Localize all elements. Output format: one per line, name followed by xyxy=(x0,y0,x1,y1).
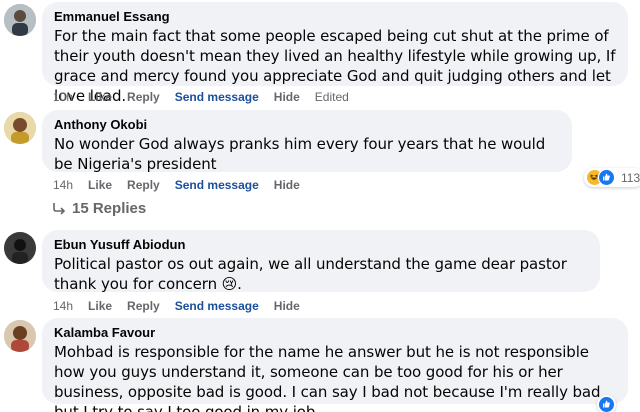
reply-button[interactable]: Reply xyxy=(127,90,160,104)
comment-author[interactable]: Kalamba Favour xyxy=(54,325,616,341)
avatar[interactable] xyxy=(4,232,36,264)
hide-button[interactable]: Hide xyxy=(274,299,300,313)
comment-author[interactable]: Ebun Yusuff Abiodun xyxy=(54,237,588,253)
avatar[interactable] xyxy=(4,4,36,36)
like-button[interactable]: Like xyxy=(88,299,112,313)
like-button[interactable]: Like xyxy=(88,90,112,104)
like-icon xyxy=(598,169,615,186)
send-message-button[interactable]: Send message xyxy=(175,90,259,104)
hide-button[interactable]: Hide xyxy=(274,178,300,192)
reactions-summary[interactable]: 113 xyxy=(584,168,640,187)
send-message-button[interactable]: Send message xyxy=(175,178,259,192)
comment-author[interactable]: Anthony Okobi xyxy=(54,117,560,133)
comment-bubble: Kalamba Favour Mohbad is responsible for… xyxy=(42,318,628,412)
comment-author[interactable]: Emmanuel Essang xyxy=(54,9,616,25)
timestamp[interactable]: 14h xyxy=(53,178,73,192)
timestamp[interactable]: 10h xyxy=(53,90,73,104)
avatar[interactable] xyxy=(4,112,36,144)
reply-arrow-icon xyxy=(53,202,66,215)
send-message-button[interactable]: Send message xyxy=(175,299,259,313)
reaction-count: 113 xyxy=(621,170,640,185)
reply-button[interactable]: Reply xyxy=(127,299,160,313)
hide-button[interactable]: Hide xyxy=(274,90,300,104)
like-button[interactable]: Like xyxy=(88,178,112,192)
like-icon xyxy=(598,396,615,412)
comment-bubble: Ebun Yusuff Abiodun Political pastor os … xyxy=(42,230,600,293)
comment-bubble: Anthony Okobi No wonder God always prank… xyxy=(42,110,572,173)
timestamp[interactable]: 14h xyxy=(53,299,73,313)
reply-button[interactable]: Reply xyxy=(127,178,160,192)
edited-label: Edited xyxy=(314,90,349,104)
comment-actions: 14h Like Reply Send message Hide xyxy=(53,299,315,313)
reactions-summary[interactable] xyxy=(597,395,616,412)
replies-label[interactable]: 15 Replies xyxy=(72,200,146,217)
comment-text: Mohbad is responsible for the name he an… xyxy=(54,343,601,412)
comment-actions: 10h Like Reply Send message Hide Edited xyxy=(53,90,364,104)
view-replies-link[interactable]: 15 Replies xyxy=(52,200,146,217)
avatar[interactable] xyxy=(4,320,36,352)
comment-actions: 14h Like Reply Send message Hide xyxy=(53,178,315,192)
comment-text: No wonder God always pranks him every fo… xyxy=(54,135,546,173)
comment-text: Political pastor os out again, we all un… xyxy=(54,255,567,293)
comment-bubble: Emmanuel Essang For the main fact that s… xyxy=(42,2,628,105)
